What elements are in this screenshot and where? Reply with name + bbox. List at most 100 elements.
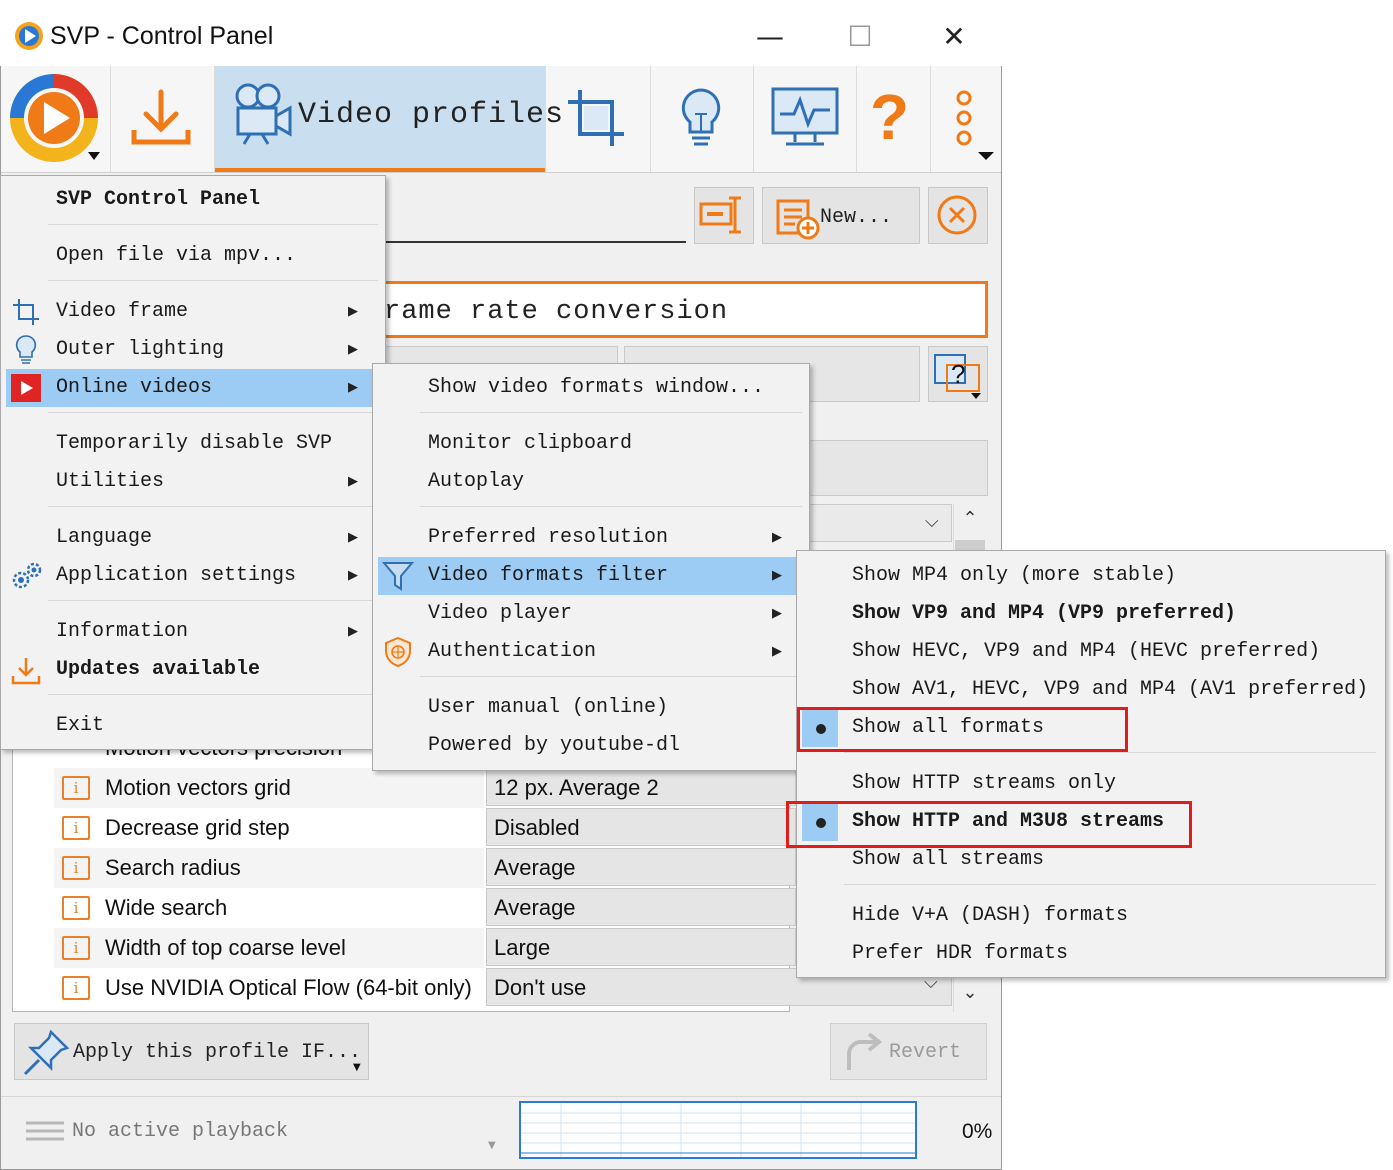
table-row-label: Use NVIDIA Optical Flow (64-bit only) [105, 975, 472, 1000]
scroll-down-icon[interactable]: ⌄ [955, 982, 985, 1012]
help-icon[interactable]: ? [870, 82, 918, 152]
svg-text:?: ? [951, 359, 965, 389]
toolbar-divider [753, 66, 754, 172]
menu-item-video-formats-filter-label: Video formats filter [428, 564, 669, 587]
menu-item-powered-by[interactable]: Powered by youtube-dl [428, 727, 680, 765]
menu-item-hide-dash[interactable]: Hide V+A (DASH) formats [852, 897, 1128, 935]
cpu-percent: 0% [962, 1120, 993, 1143]
crop-icon [12, 298, 40, 326]
menu-separator [844, 884, 1376, 885]
table-row-value[interactable]: Large [486, 928, 796, 966]
submenu-arrow-icon: ▶ [772, 606, 782, 621]
download-icon[interactable] [128, 88, 194, 150]
table-row-value[interactable]: Disabled [486, 808, 796, 846]
playback-status: No active playback [72, 1120, 289, 1143]
apply-profile-if-button[interactable]: Apply this profile IF... ▼ [14, 1023, 369, 1080]
menu-item-av1-hevc-vp9-mp4[interactable]: Show AV1, HEVC, VP9 and MP4 (AV1 preferr… [852, 671, 1368, 709]
table-row-label: Search radius [105, 855, 241, 880]
menu-item-utilities[interactable]: Utilities [56, 463, 164, 501]
menu-separator [48, 600, 378, 601]
menu-item-prefer-hdr[interactable]: Prefer HDR formats [852, 935, 1068, 973]
profile-description-field[interactable] [800, 440, 988, 496]
info-icon[interactable]: i [62, 816, 90, 840]
active-tab-indicator [214, 168, 545, 172]
submenu-arrow-icon: ▶ [772, 530, 782, 545]
delete-profile-button[interactable] [928, 187, 988, 244]
submenu-arrow-icon: ▶ [348, 624, 358, 639]
performance-graph [519, 1101, 917, 1159]
menu-item-hevc-vp9-mp4[interactable]: Show HEVC, VP9 and MP4 (HEVC preferred) [852, 633, 1320, 671]
menu-item-preferred-resolution[interactable]: Preferred resolution [428, 519, 668, 557]
menu-item-monitor-clipboard[interactable]: Monitor clipboard [428, 425, 632, 463]
submenu-arrow-icon: ▶ [348, 474, 358, 489]
menu-item-language[interactable]: Language [56, 519, 152, 557]
table-row-value[interactable]: Average [486, 848, 796, 886]
menu-separator [844, 752, 1376, 753]
hamburger-menu-icon[interactable] [24, 1120, 66, 1148]
chevron-down-icon: ⌵ [925, 511, 939, 532]
svp-main-menu-button[interactable] [6, 70, 106, 166]
new-profile-button[interactable]: New... [762, 187, 920, 244]
status-dropdown-icon[interactable]: ▼ [488, 1140, 496, 1151]
menu-item-updates[interactable]: Updates available [56, 651, 260, 689]
menu-item-mp4-only[interactable]: Show MP4 only (more stable) [852, 557, 1176, 595]
profile-name-underline [384, 241, 686, 243]
crop-icon[interactable] [566, 88, 628, 150]
menu-item-information[interactable]: Information [56, 613, 188, 651]
menu-item-video-frame[interactable]: Video frame [56, 293, 188, 331]
new-button-label: New... [820, 206, 893, 229]
rename-profile-button[interactable] [694, 187, 754, 244]
download-icon [10, 656, 42, 686]
table-row-label: Wide search [105, 895, 228, 920]
svp-logo-icon [13, 20, 45, 52]
menu-item-vp9-mp4[interactable]: Show VP9 and MP4 (VP9 preferred) [852, 595, 1236, 633]
menu-item-outer-lighting[interactable]: Outer lighting [56, 331, 224, 369]
menu-header: SVP Control Panel [56, 188, 261, 211]
menu-separator [48, 224, 378, 225]
profile-title-text: rame rate conversion [384, 297, 729, 327]
info-icon[interactable]: i [62, 976, 90, 1000]
maximize-button[interactable]: ☐ [840, 20, 880, 54]
menu-item-disable-svp[interactable]: Temporarily disable SVP [56, 425, 332, 463]
revert-button[interactable]: Revert [830, 1023, 987, 1080]
menu-separator [48, 280, 378, 281]
profile-help-button[interactable]: ? [928, 346, 988, 402]
table-row-value[interactable]: 12 px. Average 2 [486, 768, 796, 806]
lightbulb-icon [14, 334, 38, 366]
revert-button-label: Revert [889, 1041, 962, 1064]
menu-item-authentication[interactable]: Authentication [428, 633, 596, 671]
info-icon[interactable]: i [62, 936, 90, 960]
menu-separator [420, 412, 802, 413]
menu-item-autoplay[interactable]: Autoplay [428, 463, 524, 501]
submenu-arrow-icon: ▶ [348, 342, 358, 357]
close-button[interactable]: ✕ [934, 20, 974, 54]
scroll-up-icon[interactable]: ⌃ [955, 508, 985, 538]
menu-item-video-player[interactable]: Video player [428, 595, 572, 633]
submenu-arrow-icon: ▶ [348, 530, 358, 545]
menu-item-application-settings[interactable]: Application settings [56, 557, 296, 595]
submenu-arrow-icon: ▶ [348, 568, 358, 583]
menu-item-show-formats-window[interactable]: Show video formats window... [428, 369, 764, 407]
minimize-button[interactable]: — [750, 20, 790, 54]
youtube-icon [10, 373, 42, 403]
table-row-label: Width of top coarse level [105, 935, 346, 960]
more-options-icon[interactable] [946, 88, 996, 164]
menu-item-http-only[interactable]: Show HTTP streams only [852, 765, 1116, 803]
shield-icon [384, 636, 412, 668]
submenu-arrow-icon: ▶ [348, 304, 358, 319]
lightbulb-icon[interactable] [678, 86, 724, 150]
info-icon[interactable]: i [62, 776, 90, 800]
monitor-icon[interactable] [770, 86, 840, 150]
submenu-arrow-icon: ▶ [772, 568, 782, 583]
menu-item-exit[interactable]: Exit [56, 707, 104, 745]
menu-item-all-streams[interactable]: Show all streams [852, 841, 1044, 879]
menu-item-open-file[interactable]: Open file via mpv... [56, 237, 296, 275]
video-profiles-label: Video profiles [298, 98, 565, 132]
menu-item-user-manual[interactable]: User manual (online) [428, 689, 668, 727]
info-icon[interactable]: i [62, 896, 90, 920]
dropdown-arrow-icon: ▼ [353, 1062, 361, 1073]
table-row-value[interactable]: Average [486, 888, 796, 926]
profile-combo[interactable]: ⌵ [800, 504, 952, 542]
info-icon[interactable]: i [62, 856, 90, 880]
submenu-arrow-icon: ▶ [772, 644, 782, 659]
